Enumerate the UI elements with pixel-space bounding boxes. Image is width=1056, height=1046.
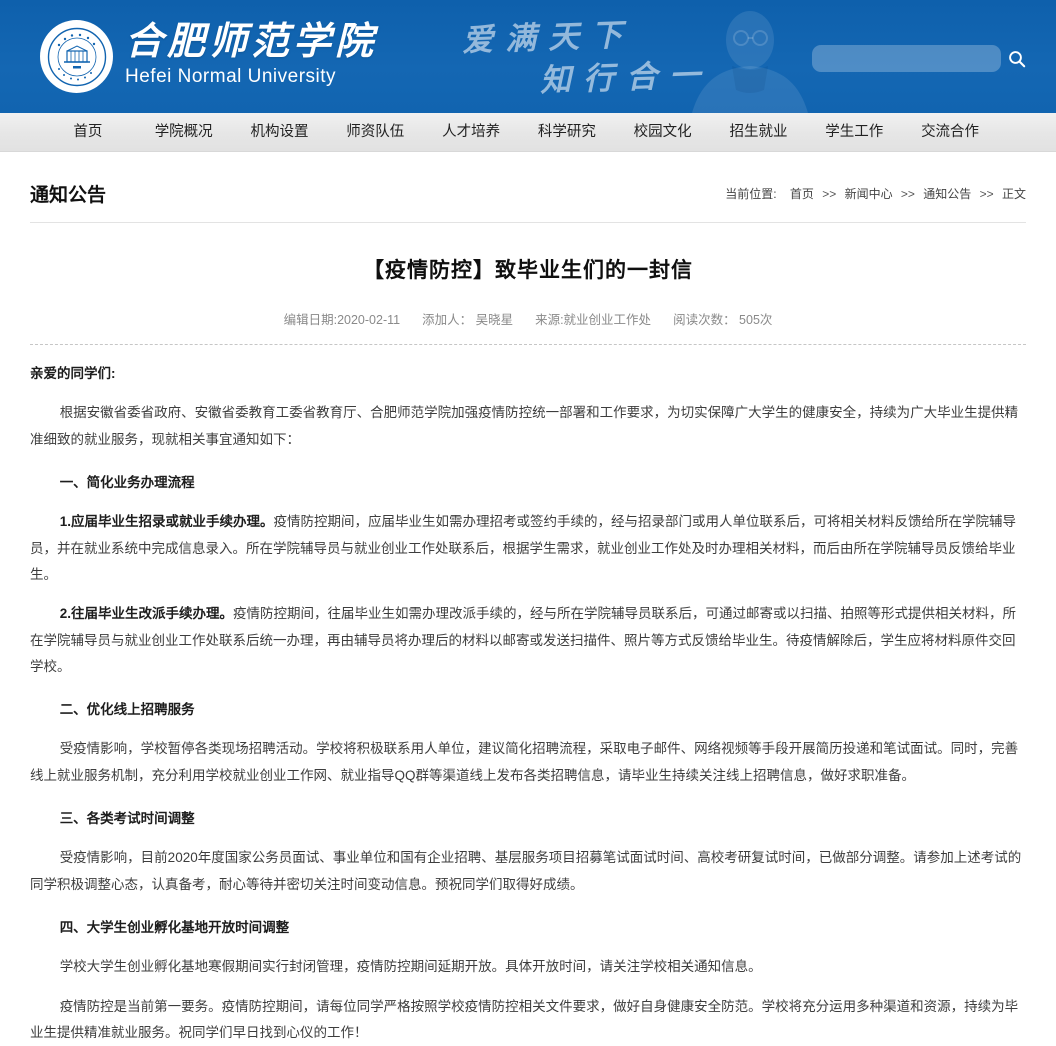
nav-item-5[interactable]: 人才培养 [423,113,519,151]
nav-item-8[interactable]: 招生就业 [711,113,807,151]
article-body: 亲爱的同学们: 根据安徽省委省政府、安徽省委教育工委省教育厅、合肥师范学院加强疫情… [30,361,1026,1046]
meta-field-2: 添加人： 吴晓星 [422,313,513,327]
nav-item-9[interactable]: 学生工作 [806,113,902,151]
breadcrumb-link-3[interactable]: 通知公告 [923,187,971,201]
nav-item-3[interactable]: 机构设置 [232,113,328,151]
breadcrumb-label: 当前位置: [725,187,776,201]
article-paragraph: 学校大学生创业孵化基地寒假期间实行封闭管理，疫情防控期间延期开放。具体开放时间，… [30,954,1026,980]
breadcrumb-separator: >> [819,187,840,201]
paragraph-lead: 2.往届毕业生改派手续办理。 [60,606,233,621]
nav-item-4[interactable]: 师资队伍 [327,113,423,151]
university-name-en: Hefei Normal University [125,66,377,88]
nav-item-1[interactable]: 首页 [40,113,136,151]
meta-field-4: 阅读次数： 505次 [673,313,772,327]
breadcrumb-link-1[interactable]: 首页 [790,187,814,201]
section-heading: 四、大学生创业孵化基地开放时间调整 [30,915,1026,941]
nav-item-7[interactable]: 校园文化 [615,113,711,151]
meta-divider [30,344,1026,345]
main-nav: 首页学院概况机构设置师资队伍人才培养科学研究校园文化招生就业学生工作交流合作 [0,113,1056,152]
section-heading: 二、优化线上招聘服务 [30,697,1026,723]
breadcrumb-items: 首页 >> 新闻中心 >> 通知公告 >> 正文 [780,187,1026,201]
search-input[interactable] [812,45,1008,72]
article-paragraph: 根据安徽省委省政府、安徽省委教育工委省教育厅、合肥师范学院加强疫情防控统一部署和… [30,400,1026,453]
section-heading: 三、各类考试时间调整 [30,806,1026,832]
article-meta: 编辑日期:2020-02-11 添加人： 吴晓星 来源:就业创业工作处 阅读次数： 5… [30,309,1026,328]
nav-item-10[interactable]: 交流合作 [902,113,998,151]
university-name-block: 合肥师范学院 Hefei Normal University [125,22,377,88]
nav-item-6[interactable]: 科学研究 [519,113,615,151]
tao-xingzhi-statue-image [672,0,822,113]
search-icon [1008,50,1026,68]
site-header: 合肥师范学院 Hefei Normal University 爱满天下 知行合一 [0,0,1056,113]
article-title: 【疫情防控】致毕业生们的一封信 [30,254,1026,284]
meta-field-1: 编辑日期:2020-02-11 [284,313,401,327]
meta-field-3: 来源:就业创业工作处 [535,313,651,327]
article-paragraph: 受疫情影响，学校暂停各类现场招聘活动。学校将积极联系用人单位，建议简化招聘流程，… [30,736,1026,789]
breadcrumb-separator: >> [976,187,997,201]
nav-item-2[interactable]: 学院概况 [136,113,232,151]
article-paragraph: 2.往届毕业生改派手续办理。疫情防控期间，往届毕业生如需办理改派手续的，经与所在… [30,601,1026,680]
university-seal-icon [40,20,113,93]
breadcrumb-link-4: 正文 [1002,187,1026,201]
section-heading: 一、简化业务办理流程 [30,470,1026,496]
university-name-cn: 合肥师范学院 [125,22,377,64]
search-button[interactable] [1008,50,1033,68]
article-paragraph: 亲爱的同学们: [30,361,1026,387]
search-box [812,45,1001,72]
content-area: 通知公告 当前位置: 首页 >> 新闻中心 >> 通知公告 >> 正文 【疫情防… [30,152,1026,1046]
page-title: 通知公告 [30,180,106,207]
article-paragraph: 1.应届毕业生招录或就业手续办理。疫情防控期间，应届毕业生如需办理招考或签约手续… [30,509,1026,588]
breadcrumb-link-2[interactable]: 新闻中心 [845,187,893,201]
breadcrumb: 当前位置: 首页 >> 新闻中心 >> 通知公告 >> 正文 [725,185,1026,202]
breadcrumb-separator: >> [898,187,919,201]
main-nav-list: 首页学院概况机构设置师资队伍人才培养科学研究校园文化招生就业学生工作交流合作 [0,113,1056,151]
article-paragraph: 受疫情影响，目前2020年度国家公务员面试、事业单位和国有企业招聘、基层服务项目… [30,845,1026,898]
paragraph-lead: 1.应届毕业生招录或就业手续办理。 [60,514,274,529]
university-logo[interactable]: 合肥师范学院 Hefei Normal University [40,20,377,93]
section-header-row: 通知公告 当前位置: 首页 >> 新闻中心 >> 通知公告 >> 正文 [30,152,1026,223]
article-paragraph: 疫情防控是当前第一要务。疫情防控期间，请每位同学严格按照学校疫情防控相关文件要求… [30,994,1026,1046]
